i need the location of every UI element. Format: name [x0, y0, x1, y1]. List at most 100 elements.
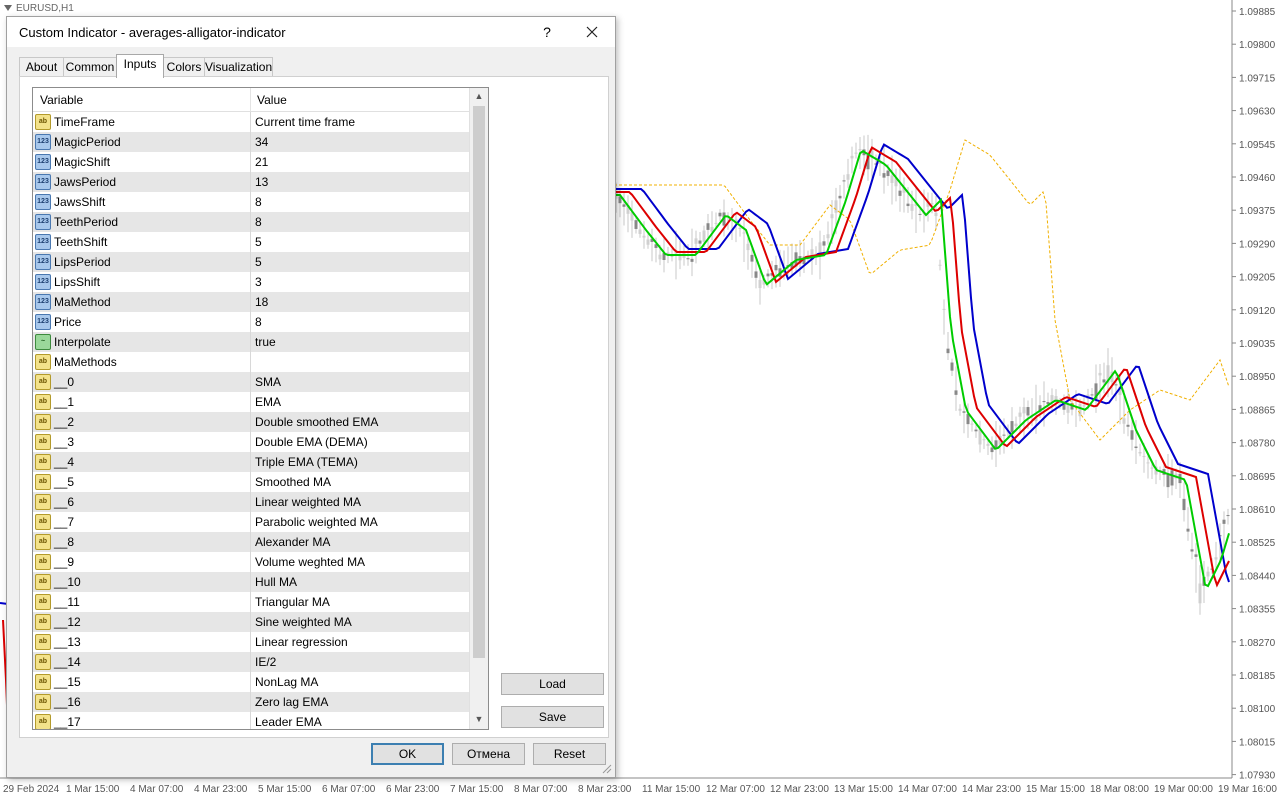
variable-value[interactable]: Alexander MA	[255, 535, 330, 549]
candle-body	[974, 429, 978, 432]
input-row-uu15[interactable]: ab __15 NonLag MA	[33, 672, 469, 692]
candle-body	[686, 258, 690, 260]
input-row-uu6[interactable]: ab __6 Linear weighted MA	[33, 492, 469, 512]
variable-name: __4	[54, 455, 75, 469]
input-row-jawsshift[interactable]: 123 JawsShift 8	[33, 192, 469, 212]
input-row-uu14[interactable]: ab __14 IE/2	[33, 652, 469, 672]
scroll-thumb[interactable]	[473, 106, 485, 658]
input-row-magicperiod[interactable]: 123 MagicPeriod 34	[33, 132, 469, 152]
reset-button[interactable]: Reset	[533, 743, 606, 765]
scroll-up-icon[interactable]: ▲	[470, 88, 488, 105]
ok-button[interactable]: OK	[371, 743, 444, 765]
input-row-uu3[interactable]: ab __3 Double EMA (DEMA)	[33, 432, 469, 452]
candle-body	[1142, 456, 1146, 458]
variable-value[interactable]: Hull MA	[255, 575, 297, 589]
dialog-titlebar[interactable]: Custom Indicator - averages-alligator-in…	[7, 17, 615, 47]
candle-body	[690, 258, 694, 262]
variable-value[interactable]: true	[255, 335, 276, 349]
variable-value[interactable]: Linear weighted MA	[255, 495, 361, 509]
inputs-grid: Variable Value ab TimeFrame Current time f…	[32, 87, 489, 730]
variable-value[interactable]: IE/2	[255, 655, 276, 669]
close-button[interactable]	[581, 21, 603, 43]
candle-body	[1078, 403, 1082, 417]
variable-value[interactable]: Volume weghted MA	[255, 555, 365, 569]
variable-value[interactable]: Current time frame	[255, 115, 355, 129]
input-row-uu16[interactable]: ab __16 Zero lag EMA	[33, 692, 469, 712]
column-header-variable[interactable]: Variable	[40, 93, 83, 107]
variable-value[interactable]: Double EMA (DEMA)	[255, 435, 368, 449]
variable-value[interactable]: Linear regression	[255, 635, 348, 649]
column-divider	[250, 592, 251, 612]
variable-value[interactable]: Leader EMA	[255, 715, 322, 729]
input-row-uu1[interactable]: ab __1 EMA	[33, 392, 469, 412]
input-row-uu5[interactable]: ab __5 Smoothed MA	[33, 472, 469, 492]
input-row-timeframe[interactable]: ab TimeFrame Current time frame	[33, 112, 469, 132]
price-label: 1.09205	[1239, 273, 1276, 284]
candle-body	[738, 228, 742, 230]
input-row-uu0[interactable]: ab __0 SMA	[33, 372, 469, 392]
input-row-uu8[interactable]: ab __8 Alexander MA	[33, 532, 469, 552]
variable-value[interactable]: 8	[255, 195, 262, 209]
tab-visualization[interactable]: Visualization	[204, 57, 273, 77]
time-label: 4 Mar 07:00	[130, 784, 184, 795]
tab-colors[interactable]: Colors	[163, 57, 205, 77]
variable-value[interactable]: EMA	[255, 395, 281, 409]
variable-value[interactable]: Parabolic weighted MA	[255, 515, 378, 529]
variable-value[interactable]: Double smoothed EMA	[255, 415, 378, 429]
vertical-scrollbar[interactable]: ▲ ▼	[469, 88, 488, 729]
input-row-uu7[interactable]: ab __7 Parabolic weighted MA	[33, 512, 469, 532]
scroll-down-icon[interactable]: ▼	[470, 711, 488, 728]
string-type-icon: ab	[35, 534, 51, 550]
input-row-uu13[interactable]: ab __13 Linear regression	[33, 632, 469, 652]
variable-value[interactable]: 13	[255, 175, 268, 189]
variable-value[interactable]: Triple EMA (TEMA)	[255, 455, 358, 469]
input-row-uu4[interactable]: ab __4 Triple EMA (TEMA)	[33, 452, 469, 472]
input-row-uu17[interactable]: ab __17 Leader EMA	[33, 712, 469, 729]
variable-value[interactable]: 34	[255, 135, 268, 149]
tab-common[interactable]: Common	[63, 57, 117, 77]
candle-body	[646, 239, 650, 245]
cancel-button[interactable]: Отмена	[452, 743, 525, 765]
input-row-teethperiod[interactable]: 123 TeethPeriod 8	[33, 212, 469, 232]
variable-value[interactable]: NonLag MA	[255, 675, 318, 689]
candle-body	[850, 155, 854, 159]
variable-name: __1	[54, 395, 75, 409]
variable-value[interactable]: SMA	[255, 375, 281, 389]
input-row-lipsperiod[interactable]: 123 LipsPeriod 5	[33, 252, 469, 272]
resize-grip-icon[interactable]	[601, 763, 613, 775]
input-row-lipsshift[interactable]: 123 LipsShift 3	[33, 272, 469, 292]
tab-inputs[interactable]: Inputs	[116, 54, 164, 78]
variable-value[interactable]: 8	[255, 215, 262, 229]
input-row-teethshift[interactable]: 123 TeethShift 5	[33, 232, 469, 252]
input-row-magicshift[interactable]: 123 MagicShift 21	[33, 152, 469, 172]
load-button[interactable]: Load	[501, 673, 604, 695]
input-row-uu12[interactable]: ab __12 Sine weighted MA	[33, 612, 469, 632]
variable-value[interactable]: Zero lag EMA	[255, 695, 328, 709]
candle-body	[638, 229, 642, 234]
variable-value[interactable]: Smoothed MA	[255, 475, 331, 489]
input-row-uu2[interactable]: ab __2 Double smoothed EMA	[33, 412, 469, 432]
input-row-uu10[interactable]: ab __10 Hull MA	[33, 572, 469, 592]
input-row-mamethods[interactable]: ab MaMethods	[33, 352, 469, 372]
input-row-mamethod[interactable]: 123 MaMethod 18	[33, 292, 469, 312]
variable-value[interactable]: Triangular MA	[255, 595, 330, 609]
variable-name: __12	[54, 615, 81, 629]
input-row-uu11[interactable]: ab __11 Triangular MA	[33, 592, 469, 612]
input-row-price[interactable]: 123 Price 8	[33, 312, 469, 332]
string-type-icon: ab	[35, 394, 51, 410]
price-label: 1.08015	[1239, 737, 1276, 748]
tab-about[interactable]: About	[19, 57, 64, 77]
variable-value[interactable]: 5	[255, 235, 262, 249]
variable-value[interactable]: 8	[255, 315, 262, 329]
input-row-interpolate[interactable]: ~ Interpolate true	[33, 332, 469, 352]
input-row-jawsperiod[interactable]: 123 JawsPeriod 13	[33, 172, 469, 192]
variable-value[interactable]: Sine weighted MA	[255, 615, 352, 629]
input-row-uu9[interactable]: ab __9 Volume weghted MA	[33, 552, 469, 572]
save-button[interactable]: Save	[501, 706, 604, 728]
column-header-value[interactable]: Value	[257, 93, 287, 107]
variable-value[interactable]: 5	[255, 255, 262, 269]
variable-value[interactable]: 21	[255, 155, 268, 169]
variable-value[interactable]: 18	[255, 295, 268, 309]
help-button[interactable]: ?	[537, 21, 557, 43]
variable-value[interactable]: 3	[255, 275, 262, 289]
